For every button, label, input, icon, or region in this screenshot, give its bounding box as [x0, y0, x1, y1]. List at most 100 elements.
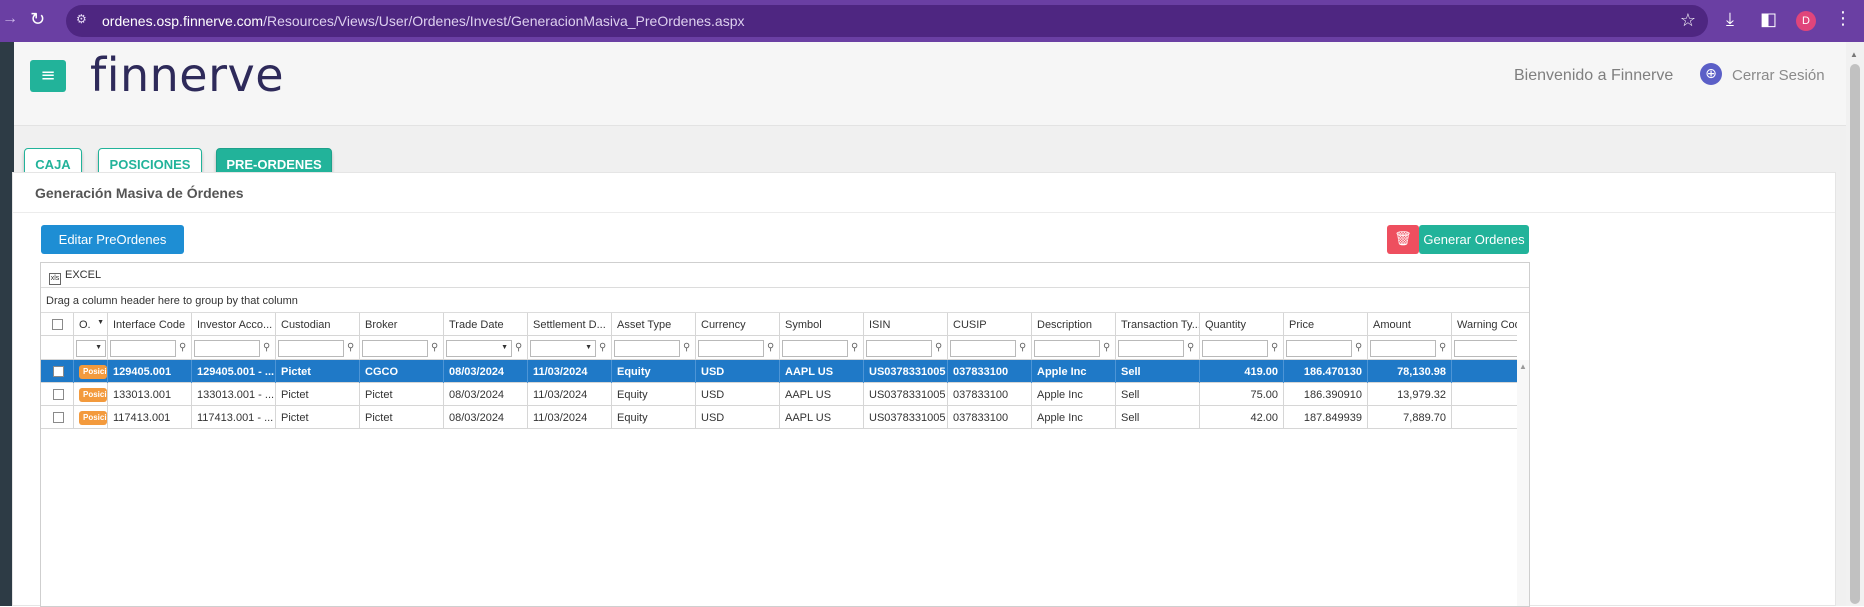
edit-preorders-button[interactable]: Editar PreOrdenes [41, 225, 184, 254]
table-cell[interactable]: 11/03/2024 [528, 383, 612, 406]
table-cell[interactable]: 08/03/2024 [444, 360, 528, 383]
table-cell[interactable]: Apple Inc [1032, 383, 1116, 406]
table-cell[interactable]: Equity [612, 383, 696, 406]
table-cell[interactable]: 186.390910 [1284, 383, 1368, 406]
column-header[interactable]: Price [1284, 313, 1368, 337]
row-checkbox[interactable] [53, 366, 64, 377]
hamburger-menu-button[interactable]: ≡ [30, 60, 66, 92]
column-header[interactable]: Settlement D... [528, 313, 612, 337]
filter-input[interactable] [866, 340, 932, 357]
table-cell[interactable]: USD [696, 360, 780, 383]
table-cell[interactable]: US0378331005 [864, 360, 948, 383]
table-cell[interactable]: 037833100 [948, 360, 1032, 383]
filter-icon[interactable]: ⚲ [1019, 342, 1026, 353]
table-cell[interactable]: USD [696, 383, 780, 406]
site-settings-icon[interactable]: ⚙ [76, 12, 90, 26]
side-panel-icon[interactable]: ◧ [1760, 9, 1777, 30]
table-cell[interactable]: 08/03/2024 [444, 383, 528, 406]
globe-icon[interactable]: ⊕ [1700, 63, 1722, 85]
table-cell[interactable]: Equity [612, 360, 696, 383]
address-bar[interactable]: ⚙ ordenes.osp.finnerve.com/Resources/Vie… [66, 5, 1708, 37]
column-header[interactable]: Warning Cod [1452, 313, 1517, 337]
filter-icon[interactable]: ⚲ [683, 342, 690, 353]
filter-input[interactable] [1034, 340, 1100, 357]
column-header[interactable]: Symbol [780, 313, 864, 337]
table-cell[interactable]: USD [696, 406, 780, 429]
filter-icon[interactable]: ⚲ [1355, 342, 1362, 353]
column-header[interactable]: Interface Code [108, 313, 192, 337]
table-cell[interactable]: 42.00 [1200, 406, 1284, 429]
table-cell[interactable] [1452, 383, 1517, 406]
browser-menu-icon[interactable]: ⋮ [1834, 8, 1852, 29]
delete-button[interactable]: 🗑 [1387, 225, 1419, 254]
table-cell[interactable]: 117413.001 - ... [192, 406, 276, 429]
generate-orders-button[interactable]: Generar Ordenes [1419, 225, 1529, 254]
filter-icon[interactable]: ⚲ [263, 342, 270, 353]
table-cell[interactable]: Sell [1116, 406, 1200, 429]
url-text[interactable]: ordenes.osp.finnerve.com/Resources/Views… [102, 13, 745, 29]
table-cell[interactable]: 037833100 [948, 406, 1032, 429]
filter-input[interactable] [1286, 340, 1352, 357]
filter-input[interactable] [950, 340, 1016, 357]
filter-icon[interactable]: ⚲ [179, 342, 186, 353]
table-cell[interactable]: Sell [1116, 360, 1200, 383]
table-cell[interactable]: Apple Inc [1032, 406, 1116, 429]
table-cell[interactable]: 037833100 [948, 383, 1032, 406]
select-all-checkbox[interactable] [52, 319, 63, 330]
filter-icon[interactable]: ⚲ [599, 342, 606, 353]
table-cell[interactable] [1452, 360, 1517, 383]
filter-input[interactable] [698, 340, 764, 357]
table-cell[interactable]: Pictet [360, 406, 444, 429]
table-cell[interactable] [1452, 406, 1517, 429]
table-cell[interactable]: 08/03/2024 [444, 406, 528, 429]
table-cell[interactable]: 78,130.98 [1368, 360, 1452, 383]
table-cell[interactable]: Sell [1116, 383, 1200, 406]
filter-input[interactable] [614, 340, 680, 357]
table-cell[interactable]: Pictet [360, 383, 444, 406]
filter-dropdown[interactable]: ▼ [76, 340, 106, 357]
column-header[interactable]: Description [1032, 313, 1116, 337]
table-cell[interactable]: Pictet [276, 360, 360, 383]
column-header[interactable]: ISIN [864, 313, 948, 337]
forward-arrow-icon[interactable]: → [2, 10, 18, 28]
table-cell[interactable]: US0378331005 [864, 383, 948, 406]
column-header[interactable]: CUSIP [948, 313, 1032, 337]
table-row[interactable]: Posicio 129405.001 129405.001 - ... Pict… [41, 360, 1517, 383]
logout-link[interactable]: Cerrar Sesión [1732, 67, 1825, 84]
table-cell[interactable]: AAPL US [780, 406, 864, 429]
filter-input[interactable] [110, 340, 176, 357]
table-cell[interactable]: Equity [612, 406, 696, 429]
filter-icon[interactable]: ⚲ [767, 342, 774, 353]
filter-icon[interactable]: ⚲ [515, 342, 522, 353]
column-header[interactable]: Broker [360, 313, 444, 337]
column-header[interactable]: Transaction Ty... [1116, 313, 1200, 337]
filter-input[interactable] [194, 340, 260, 357]
table-cell[interactable]: Pictet [276, 406, 360, 429]
table-cell[interactable]: CGCO [360, 360, 444, 383]
table-row[interactable]: Posicio 117413.001 117413.001 - ... Pict… [41, 406, 1517, 429]
table-cell[interactable]: Pictet [276, 383, 360, 406]
table-cell[interactable]: US0378331005 [864, 406, 948, 429]
column-header[interactable]: Quantity [1200, 313, 1284, 337]
filter-icon[interactable]: ⚲ [1439, 342, 1446, 353]
filter-input[interactable] [1202, 340, 1268, 357]
table-cell[interactable]: 419.00 [1200, 360, 1284, 383]
filter-icon[interactable]: ⚲ [431, 342, 438, 353]
column-header[interactable]: Trade Date [444, 313, 528, 337]
filter-icon[interactable]: ⚲ [851, 342, 858, 353]
filter-icon[interactable]: ⚲ [347, 342, 354, 353]
table-cell[interactable]: AAPL US [780, 360, 864, 383]
profile-avatar[interactable]: D [1796, 11, 1816, 31]
column-header[interactable]: Investor Acco... [192, 313, 276, 337]
table-cell[interactable]: 187.849939 [1284, 406, 1368, 429]
table-cell[interactable]: 117413.001 [108, 406, 192, 429]
table-cell[interactable]: 11/03/2024 [528, 406, 612, 429]
column-header[interactable]: Currency [696, 313, 780, 337]
scrollbar-thumb[interactable] [1850, 64, 1860, 604]
table-cell[interactable]: 186.470130 [1284, 360, 1368, 383]
date-filter-input[interactable]: ▼ [530, 340, 596, 357]
group-by-panel[interactable]: Drag a column header here to group by th… [41, 288, 1529, 313]
reload-icon[interactable]: ↻ [30, 9, 45, 30]
date-filter-input[interactable]: ▼ [446, 340, 512, 357]
table-cell[interactable]: Apple Inc [1032, 360, 1116, 383]
